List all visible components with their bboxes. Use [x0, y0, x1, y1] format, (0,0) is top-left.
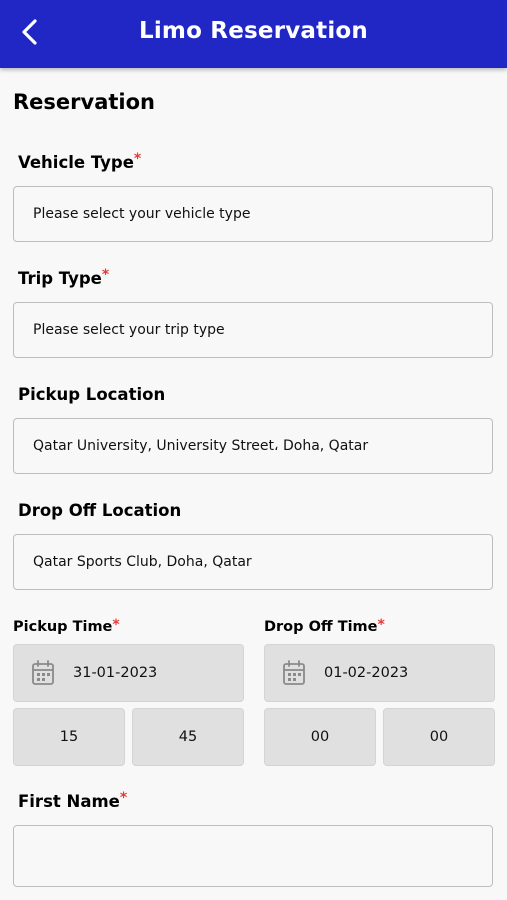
dropoff-hour-picker[interactable]: 00 [264, 708, 376, 766]
first-name-label-text: First Name [18, 792, 120, 811]
trip-type-placeholder: Please select your trip type [33, 322, 225, 338]
pickup-time-label-text: Pickup Time [13, 619, 113, 635]
required-mark: * [377, 617, 385, 633]
pickup-date-picker[interactable]: 31-01-2023 [13, 644, 244, 702]
pickup-location-input[interactable]: Qatar University, University Street، Doh… [13, 418, 493, 474]
trip-type-select[interactable]: Please select your trip type [13, 302, 493, 358]
vehicle-type-label-text: Vehicle Type [18, 153, 134, 172]
vehicle-type-label: Vehicle Type* [18, 151, 142, 172]
dropoff-date-value: 01-02-2023 [324, 665, 409, 681]
vehicle-type-placeholder: Please select your vehicle type [33, 206, 251, 222]
pickup-time-label: Pickup Time* [13, 617, 120, 635]
pickup-minute-picker[interactable]: 45 [132, 708, 244, 766]
pickup-hour-value: 15 [59, 729, 79, 745]
section-title: Reservation [13, 90, 155, 114]
first-name-label: First Name* [18, 790, 128, 811]
app-bar: Limo Reservation [0, 0, 507, 68]
dropoff-time-label-text: Drop Off Time [264, 619, 378, 635]
pickup-hour-picker[interactable]: 15 [13, 708, 125, 766]
pickup-location-value: Qatar University, University Street، Doh… [33, 438, 369, 454]
pickup-location-label: Pickup Location [18, 385, 166, 404]
dropoff-location-label: Drop Off Location [18, 501, 182, 520]
dropoff-date-picker[interactable]: 01-02-2023 [264, 644, 495, 702]
dropoff-minute-value: 00 [429, 729, 449, 745]
dropoff-hour-value: 00 [310, 729, 330, 745]
dropoff-minute-picker[interactable]: 00 [383, 708, 495, 766]
trip-type-label-text: Trip Type [18, 269, 102, 288]
required-mark: * [133, 151, 142, 167]
trip-type-label: Trip Type* [18, 267, 110, 288]
first-name-input[interactable] [13, 825, 493, 887]
pickup-minute-value: 45 [178, 729, 198, 745]
required-mark: * [119, 790, 128, 806]
dropoff-location-input[interactable]: Qatar Sports Club, Doha, Qatar [13, 534, 493, 590]
calendar-icon [31, 660, 55, 686]
required-mark: * [112, 617, 120, 633]
dropoff-time-label: Drop Off Time* [264, 617, 385, 635]
required-mark: * [101, 267, 110, 283]
pickup-date-value: 31-01-2023 [73, 665, 158, 681]
vehicle-type-select[interactable]: Please select your vehicle type [13, 186, 493, 242]
dropoff-location-value: Qatar Sports Club, Doha, Qatar [33, 554, 252, 570]
calendar-icon [282, 660, 306, 686]
page-title: Limo Reservation [138, 18, 369, 44]
